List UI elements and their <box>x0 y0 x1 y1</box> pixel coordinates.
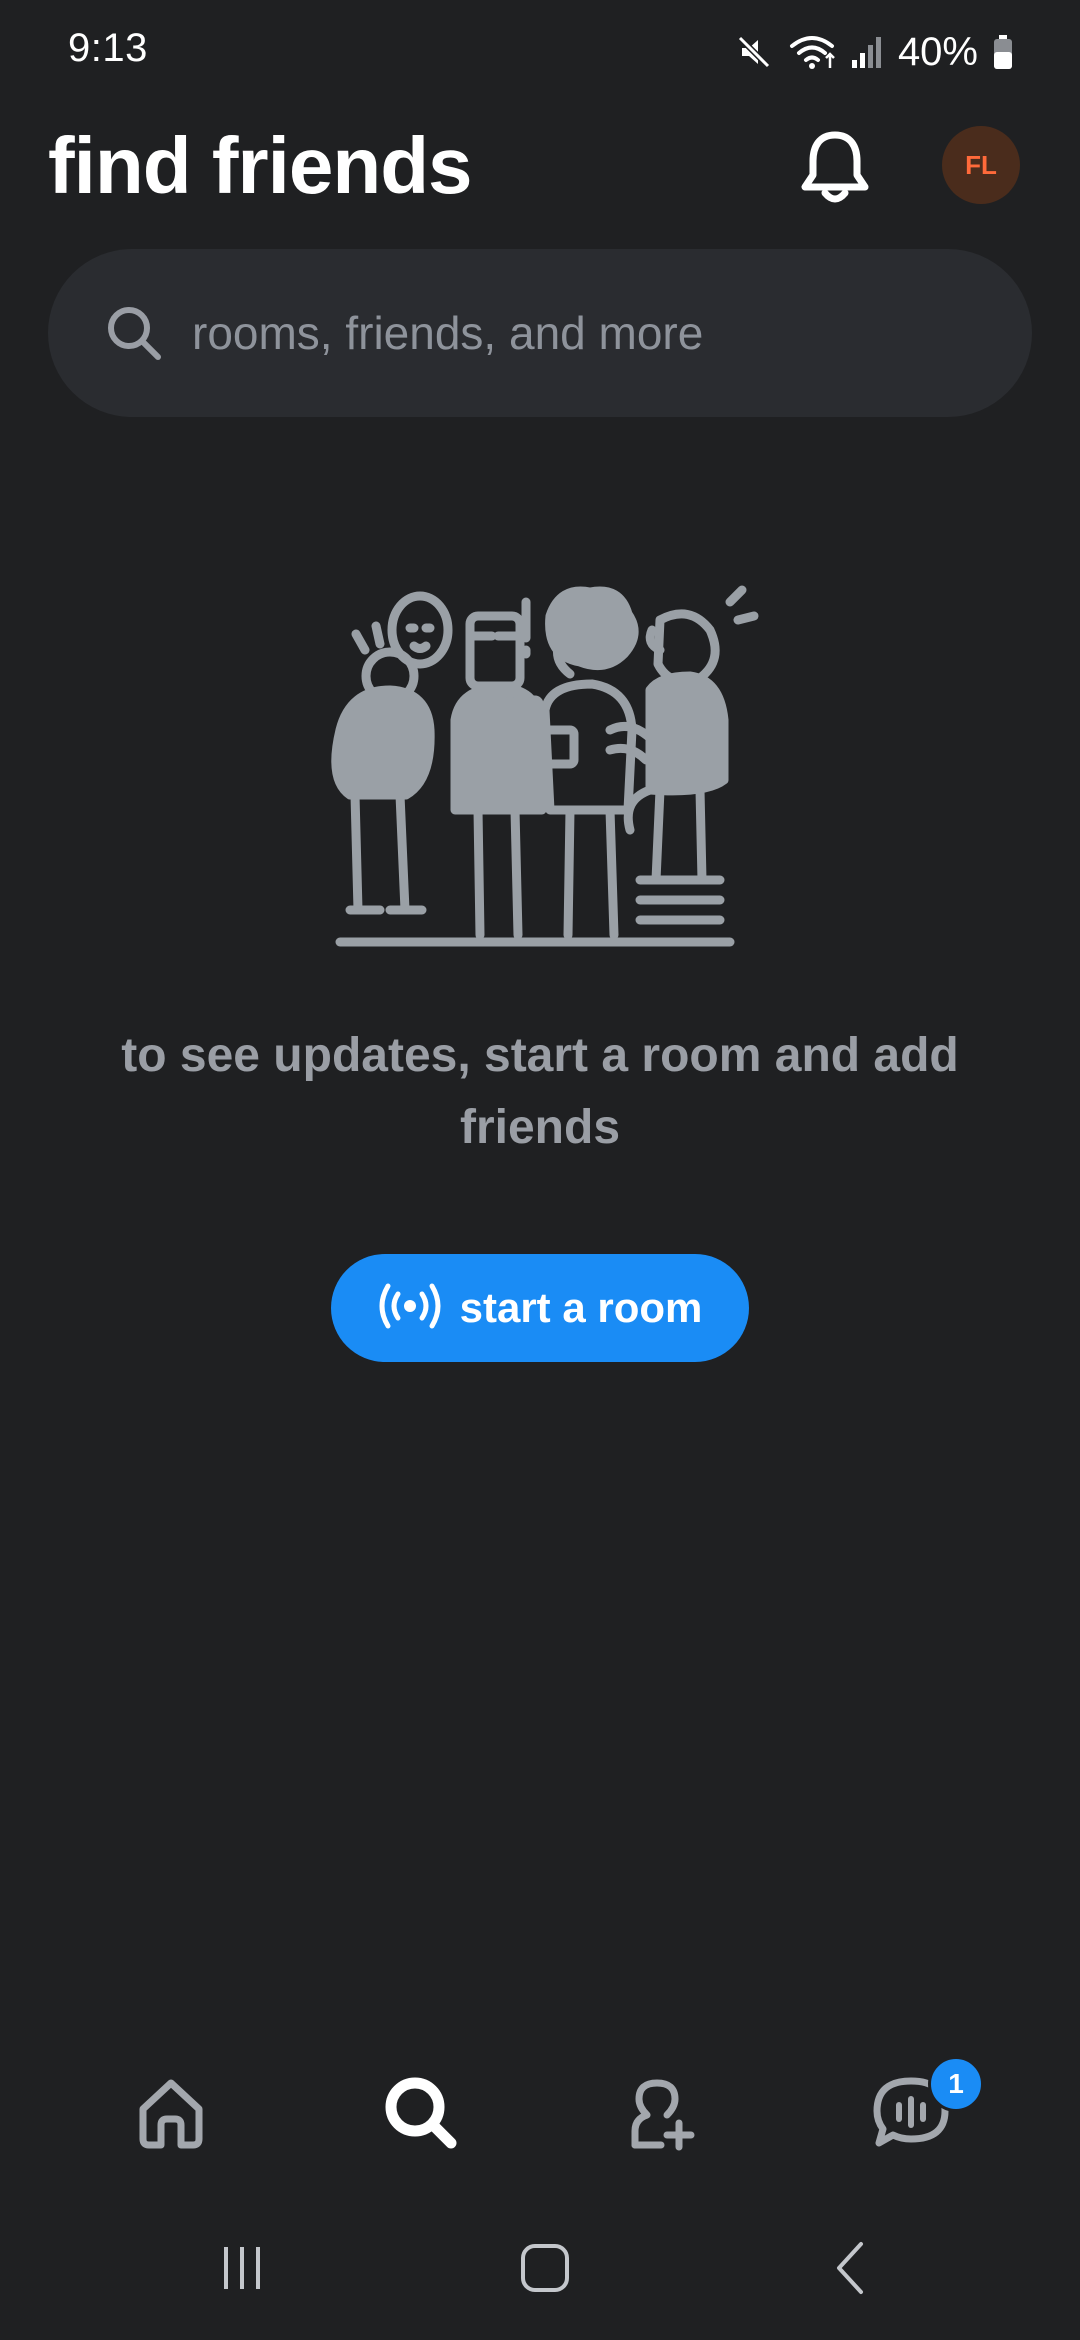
wifi-icon <box>788 32 836 72</box>
start-room-button[interactable]: start a room <box>331 1254 749 1362</box>
back-button[interactable] <box>806 2230 896 2310</box>
status-time: 9:13 <box>68 26 148 70</box>
status-icons: 40% <box>734 22 1014 82</box>
nav-search[interactable] <box>366 2060 476 2170</box>
chat-notification-badge: 1 <box>928 2056 984 2112</box>
bottom-nav <box>0 2050 1080 2180</box>
bell-icon <box>797 127 873 212</box>
search-bar[interactable] <box>48 249 1032 417</box>
start-room-label: start a room <box>459 1284 703 1331</box>
group-of-friends-illustration <box>310 580 770 960</box>
home-icon <box>131 2073 211 2158</box>
battery-percent: 40% <box>897 29 978 74</box>
broadcast-icon <box>378 1281 442 1336</box>
empty-state-message: to see updates, start a room and add fri… <box>121 1029 959 1154</box>
search-input[interactable] <box>192 249 992 417</box>
notifications-button[interactable] <box>790 124 880 214</box>
add-friend-icon <box>621 2073 701 2158</box>
nav-home[interactable] <box>116 2060 226 2170</box>
signal-icon <box>850 32 884 72</box>
nav-add-friend[interactable] <box>606 2060 716 2170</box>
battery-icon <box>992 32 1014 72</box>
system-nav <box>0 2220 1080 2320</box>
mute-icon <box>734 32 774 72</box>
status-bar: 9:13 40% <box>0 0 1080 104</box>
avatar[interactable]: FL <box>942 126 1020 204</box>
screen: 9:13 40% find friends FL rooms, friends,… <box>0 0 1080 2340</box>
search-icon <box>381 2073 461 2158</box>
page-title: find friends <box>48 121 473 210</box>
recents-icon <box>218 2243 268 2298</box>
recents-button[interactable] <box>198 2230 288 2310</box>
home-square-icon <box>518 2241 572 2300</box>
chevron-left-icon <box>831 2240 871 2301</box>
system-home-button[interactable] <box>500 2230 590 2310</box>
search-icon <box>104 303 164 363</box>
